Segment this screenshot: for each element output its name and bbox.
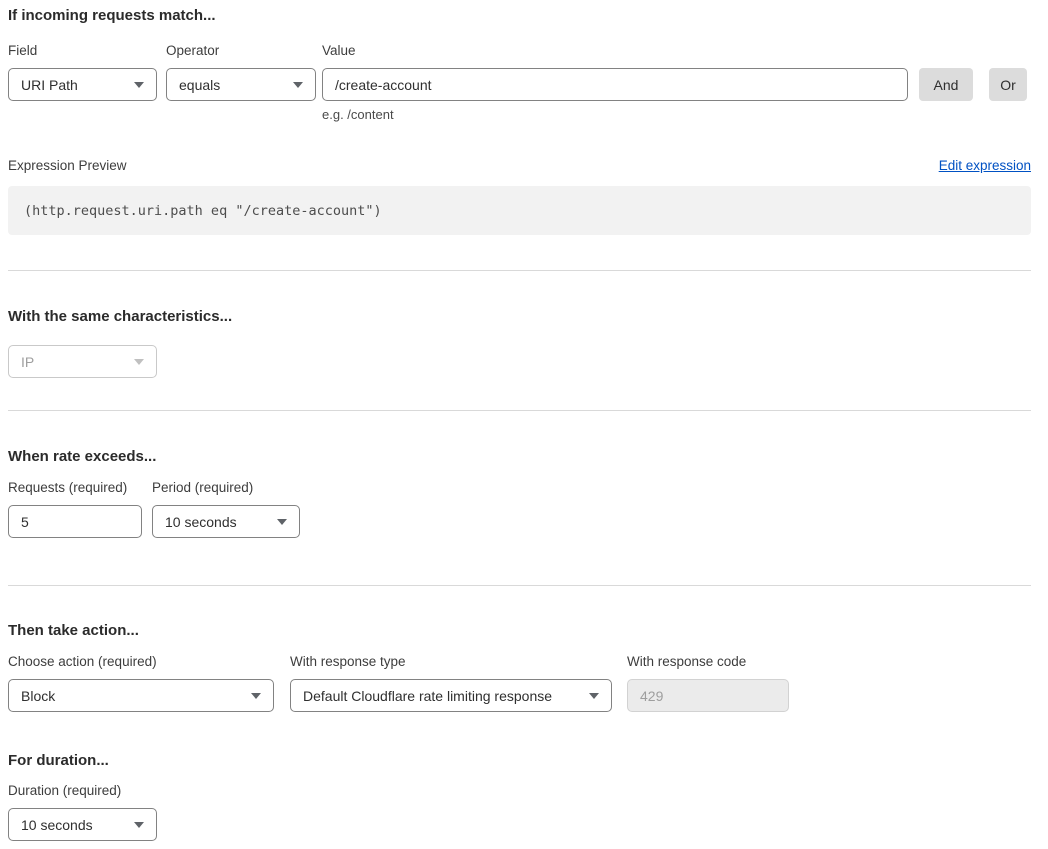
section-heading-action: Then take action... — [8, 623, 1031, 638]
field-label: Field — [8, 44, 157, 57]
value-input[interactable] — [322, 68, 908, 101]
field-column: Field URI Path — [8, 44, 157, 101]
value-label: Value — [322, 44, 908, 57]
characteristic-select-value: IP — [21, 354, 34, 370]
operator-select-value: equals — [179, 77, 220, 93]
chevron-down-icon — [277, 519, 287, 525]
choose-action-label: Choose action (required) — [8, 655, 274, 668]
duration-label: Duration (required) — [8, 784, 157, 797]
field-select-value: URI Path — [21, 77, 78, 93]
section-divider — [8, 585, 1031, 586]
match-fields-row: Field URI Path Operator equals Value e.g… — [8, 44, 1031, 122]
period-label: Period (required) — [152, 481, 300, 494]
requests-label: Requests (required) — [8, 481, 142, 494]
expression-preview-box: (http.request.uri.path eq "/create-accou… — [8, 186, 1031, 235]
expression-code: (http.request.uri.path eq "/create-accou… — [24, 203, 382, 219]
edit-expression-link[interactable]: Edit expression — [939, 159, 1031, 173]
chevron-down-icon — [293, 82, 303, 88]
requests-input[interactable] — [8, 505, 142, 538]
or-button[interactable]: Or — [989, 68, 1027, 101]
duration-select-value: 10 seconds — [21, 817, 93, 833]
response-code-label: With response code — [627, 655, 789, 668]
response-type-column: With response type Default Cloudflare ra… — [290, 655, 612, 712]
action-fields-row: Choose action (required) Block With resp… — [8, 655, 1031, 712]
value-column: Value e.g. /content — [322, 44, 908, 122]
expression-preview-header: Expression Preview Edit expression — [8, 159, 1031, 173]
response-type-select[interactable]: Default Cloudflare rate limiting respons… — [290, 679, 612, 712]
value-helper-text: e.g. /content — [322, 107, 908, 122]
duration-column: Duration (required) 10 seconds — [8, 784, 157, 841]
duration-select[interactable]: 10 seconds — [8, 808, 157, 841]
period-column: Period (required) 10 seconds — [152, 481, 300, 538]
response-code-input — [627, 679, 789, 712]
section-heading-rate: When rate exceeds... — [8, 449, 1031, 464]
section-heading-duration: For duration... — [8, 753, 1031, 768]
choose-action-select-value: Block — [21, 688, 55, 704]
chevron-down-icon — [251, 693, 261, 699]
response-type-select-value: Default Cloudflare rate limiting respons… — [303, 688, 552, 704]
chevron-down-icon — [134, 359, 144, 365]
operator-select[interactable]: equals — [166, 68, 316, 101]
period-select[interactable]: 10 seconds — [152, 505, 300, 538]
response-code-column: With response code — [627, 655, 789, 712]
and-button[interactable]: And — [919, 68, 973, 101]
field-select[interactable]: URI Path — [8, 68, 157, 101]
period-select-value: 10 seconds — [165, 514, 237, 530]
characteristic-select: IP — [8, 345, 157, 378]
chevron-down-icon — [134, 822, 144, 828]
choose-action-column: Choose action (required) Block — [8, 655, 274, 712]
response-type-label: With response type — [290, 655, 612, 668]
section-heading-characteristics: With the same characteristics... — [8, 309, 1031, 324]
duration-fields-row: Duration (required) 10 seconds — [8, 784, 1031, 841]
section-divider — [8, 410, 1031, 411]
section-divider — [8, 270, 1031, 271]
chevron-down-icon — [589, 693, 599, 699]
rate-limiting-rule-form: If incoming requests match... Field URI … — [0, 0, 1048, 849]
requests-column: Requests (required) — [8, 481, 142, 538]
choose-action-select[interactable]: Block — [8, 679, 274, 712]
operator-column: Operator equals — [166, 44, 316, 101]
chevron-down-icon — [134, 82, 144, 88]
operator-label: Operator — [166, 44, 316, 57]
rate-fields-row: Requests (required) Period (required) 10… — [8, 481, 1031, 538]
section-heading-match: If incoming requests match... — [8, 8, 1031, 23]
expression-preview-label: Expression Preview — [8, 159, 127, 173]
